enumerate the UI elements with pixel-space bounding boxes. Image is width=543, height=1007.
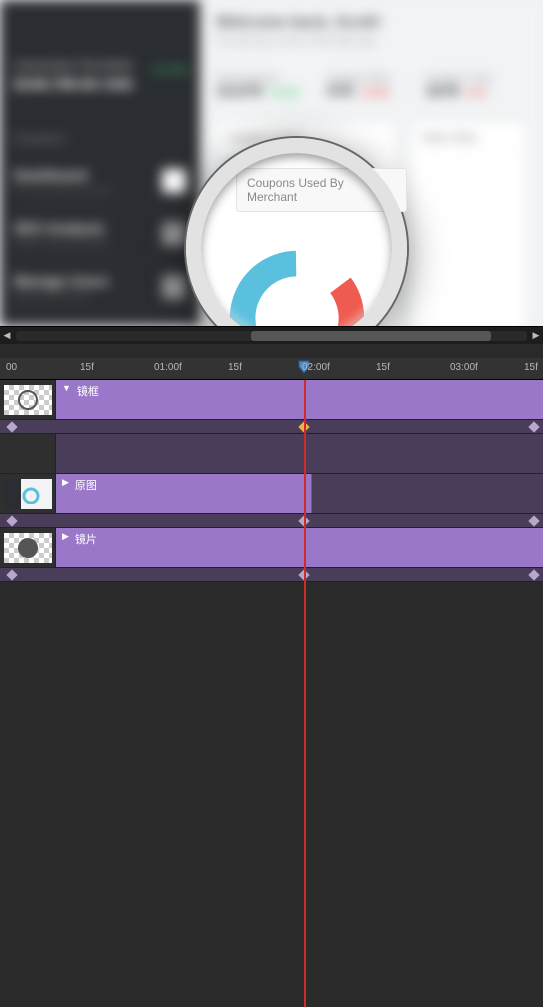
layer-name: 镜片	[75, 531, 97, 547]
ruler-label: 15f	[228, 362, 242, 373]
card-header: Sales Stats	[421, 132, 516, 151]
sidebar-item-seo analysis[interactable]: SEO Analysis Views, Clicks And More	[14, 208, 186, 261]
stat-value: 1678	[425, 83, 458, 100]
revenue-value: $108,789.66 USD	[14, 76, 186, 93]
stat-value: 578	[327, 83, 352, 100]
layer-bar[interactable]: ▶ 原图	[56, 474, 543, 513]
stat-change: +8.4	[465, 87, 487, 99]
sidebar-item-dashboard[interactable]: Dashboard You Can Call This Home	[14, 155, 186, 208]
twisty-icon[interactable]: ▼	[62, 383, 71, 393]
ruler-label: 15f	[80, 362, 94, 373]
sidebar-item-label: SEO Analysis	[14, 220, 108, 236]
home-icon	[162, 169, 186, 193]
welcome-subtitle: You last was in here a few days ago	[216, 36, 527, 47]
twisty-icon[interactable]: ▶	[62, 531, 69, 542]
stat-label: Activated Offers	[327, 73, 397, 83]
analytics-icon	[162, 222, 186, 246]
keyframe-diamond-icon[interactable]	[6, 569, 17, 580]
ruler-label: 03:00f	[450, 362, 478, 373]
sidebar-item-sublabel: You Can Call This Home	[14, 185, 112, 195]
stat-change: +4.1%	[268, 87, 300, 99]
sidebar-item-label: Manage Users	[14, 273, 109, 289]
ruler-label: 00	[6, 362, 17, 373]
timeline-panel: 00 15f 01:00f 15f 02:00f 15f 03:00f 15f ▼ 镜框 ▶ …	[0, 358, 543, 582]
keyframe-diamond-icon[interactable]	[528, 569, 539, 580]
keyframe-diamond-icon[interactable]	[6, 421, 17, 432]
layer-name: 原图	[75, 477, 97, 493]
users-icon	[162, 275, 186, 299]
timeline-tracks: ▼ 镜框 ▶ 原图 ▶ 镜片	[0, 380, 543, 582]
preview-panel: Conversions This Month $108,789.66 USD +…	[0, 0, 543, 326]
layer-name: 镜框	[77, 383, 99, 399]
scroll-thumb[interactable]	[251, 331, 491, 341]
keyframe-diamond-icon[interactable]	[6, 515, 17, 526]
layer-row[interactable]: ▼ 镜框	[0, 380, 543, 420]
scroll-track[interactable]	[16, 331, 527, 341]
sidebar-item-sublabel: Views, Clicks And More	[14, 238, 108, 248]
scroll-right-icon[interactable]: ▶	[529, 329, 543, 343]
stat-block: Deals Activated 14,579 +4.1%	[216, 73, 299, 101]
stat-block: Activated Offers 578 +2.8%	[327, 73, 397, 101]
layer-thumbnail[interactable]	[0, 474, 56, 513]
layer-thumbnail[interactable]	[0, 528, 56, 567]
keyframe-row[interactable]	[0, 568, 543, 582]
ruler-label: 02:00f	[302, 362, 330, 373]
sidebar-item-generate reports[interactable]: Generate Reports Custom Reports And Stat…	[14, 314, 186, 326]
stat-block: Activated 7 Days 1678 +8.4	[425, 73, 495, 101]
layer-bar[interactable]: ▶ 镜片	[56, 528, 543, 567]
keyframe-row[interactable]	[0, 514, 543, 528]
layer-thumbnail[interactable]	[0, 380, 56, 419]
stat-change: +2.8%	[358, 87, 390, 99]
preview-scrollbar[interactable]: ◀ ▶	[0, 326, 543, 344]
ruler-label: 15f	[376, 362, 390, 373]
sidebar-item-manage users[interactable]: Manage Users Teams And Access	[14, 261, 186, 314]
empty-thumb	[0, 434, 56, 473]
cti-line[interactable]	[304, 380, 306, 1007]
twisty-icon[interactable]: ▶	[62, 477, 69, 488]
app-sidebar: Conversions This Month $108,789.66 USD +…	[0, 0, 200, 326]
keyframe-row[interactable]	[0, 420, 543, 434]
stat-label: Activated 7 Days	[425, 73, 495, 83]
layer-subrow[interactable]	[0, 434, 543, 474]
time-ruler[interactable]: 00 15f 01:00f 15f 02:00f 15f 03:00f 15f	[0, 358, 543, 380]
layer-row[interactable]: ▶ 原图	[0, 474, 543, 514]
spacer	[0, 344, 543, 358]
property-bar[interactable]	[56, 434, 543, 473]
stats-row: Deals Activated 14,579 +4.1% Activated Of…	[216, 73, 527, 101]
nav-heading: Navigation	[14, 133, 186, 145]
layer-row[interactable]: ▶ 镜片	[0, 528, 543, 568]
sidebar-item-sublabel: Teams And Access	[14, 291, 109, 301]
sidebar-item-label: Dashboard	[14, 167, 112, 183]
ruler-label: 15f	[524, 362, 538, 373]
keyframe-diamond-icon[interactable]	[528, 421, 539, 432]
welcome-title: Welcome back, Scott!	[216, 14, 527, 32]
keyframe-diamond-icon[interactable]	[528, 515, 539, 526]
scroll-left-icon[interactable]: ◀	[0, 329, 14, 343]
lens-rim	[186, 138, 407, 326]
ruler-label: 01:00f	[154, 362, 182, 373]
card-sales: Sales Stats	[410, 121, 527, 326]
revenue-change: +4.1%	[150, 62, 187, 77]
stat-label: Deals Activated	[216, 73, 299, 83]
stat-value: 14,579	[216, 83, 262, 100]
layer-bar[interactable]: ▼ 镜框	[56, 380, 543, 419]
